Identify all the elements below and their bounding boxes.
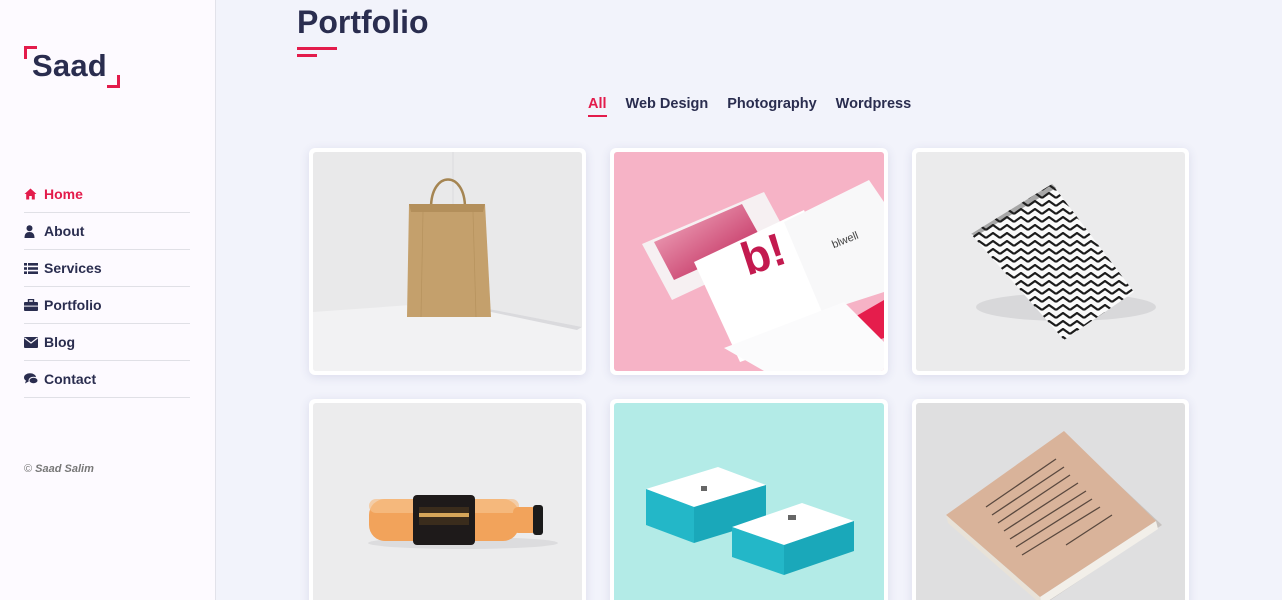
comments-icon bbox=[24, 373, 44, 385]
logo-text: Saad bbox=[32, 48, 107, 83]
portfolio-image-zigzag-paper bbox=[916, 152, 1185, 371]
nav-label-contact: Contact bbox=[44, 371, 97, 387]
nav-item-blog[interactable]: Blog bbox=[24, 324, 190, 361]
portfolio-image-pink-stationery: b! blwell bbox=[614, 152, 884, 371]
envelope-icon bbox=[24, 336, 44, 348]
copyright-symbol: © bbox=[24, 463, 33, 475]
portfolio-item-kraft-bag[interactable] bbox=[309, 148, 586, 375]
user-icon bbox=[24, 224, 44, 238]
nav-label-home: Home bbox=[44, 186, 83, 202]
copyright-name: Saad Salim bbox=[35, 463, 94, 475]
filter-wordpress[interactable]: Wordpress bbox=[836, 96, 911, 117]
nav-item-about[interactable]: About bbox=[24, 213, 190, 250]
filter-all[interactable]: All bbox=[588, 96, 607, 117]
copyright: © Saad Salim bbox=[24, 463, 94, 475]
page-title: Portfolio bbox=[297, 4, 429, 40]
portfolio-image-book bbox=[916, 403, 1185, 600]
portfolio-image-bottle bbox=[313, 403, 582, 600]
portfolio-image-business-cards bbox=[614, 403, 884, 600]
portfolio-filters: All Web Design Photography Wordpress bbox=[588, 96, 911, 117]
logo-corner-bottom-right bbox=[107, 75, 120, 88]
nav-item-home[interactable]: Home bbox=[24, 176, 190, 213]
nav-item-portfolio[interactable]: Portfolio bbox=[24, 287, 190, 324]
portfolio-image-kraft-bag bbox=[313, 152, 582, 371]
portfolio-item-business-cards[interactable] bbox=[610, 399, 888, 600]
nav-label-services: Services bbox=[44, 260, 102, 276]
portfolio-item-bottle[interactable] bbox=[309, 399, 586, 600]
title-underline-short bbox=[297, 54, 317, 57]
title-underline-long bbox=[297, 47, 337, 50]
sidebar: Saad Home About Services Portfolio Blog … bbox=[0, 0, 216, 600]
nav-label-blog: Blog bbox=[44, 334, 76, 350]
site-logo[interactable]: Saad bbox=[24, 46, 120, 88]
nav-label-portfolio: Portfolio bbox=[44, 297, 102, 313]
sidebar-nav: Home About Services Portfolio Blog Conta… bbox=[24, 176, 190, 398]
filter-web-design[interactable]: Web Design bbox=[626, 96, 709, 117]
list-icon bbox=[24, 262, 44, 274]
nav-label-about: About bbox=[44, 223, 85, 239]
portfolio-item-pink-stationery[interactable]: b! blwell bbox=[610, 148, 888, 375]
nav-item-contact[interactable]: Contact bbox=[24, 361, 190, 398]
briefcase-icon bbox=[24, 299, 44, 311]
portfolio-item-book[interactable] bbox=[912, 399, 1189, 600]
filter-photography[interactable]: Photography bbox=[727, 96, 816, 117]
home-icon bbox=[24, 188, 44, 200]
portfolio-item-zigzag-paper[interactable] bbox=[912, 148, 1189, 375]
nav-item-services[interactable]: Services bbox=[24, 250, 190, 287]
